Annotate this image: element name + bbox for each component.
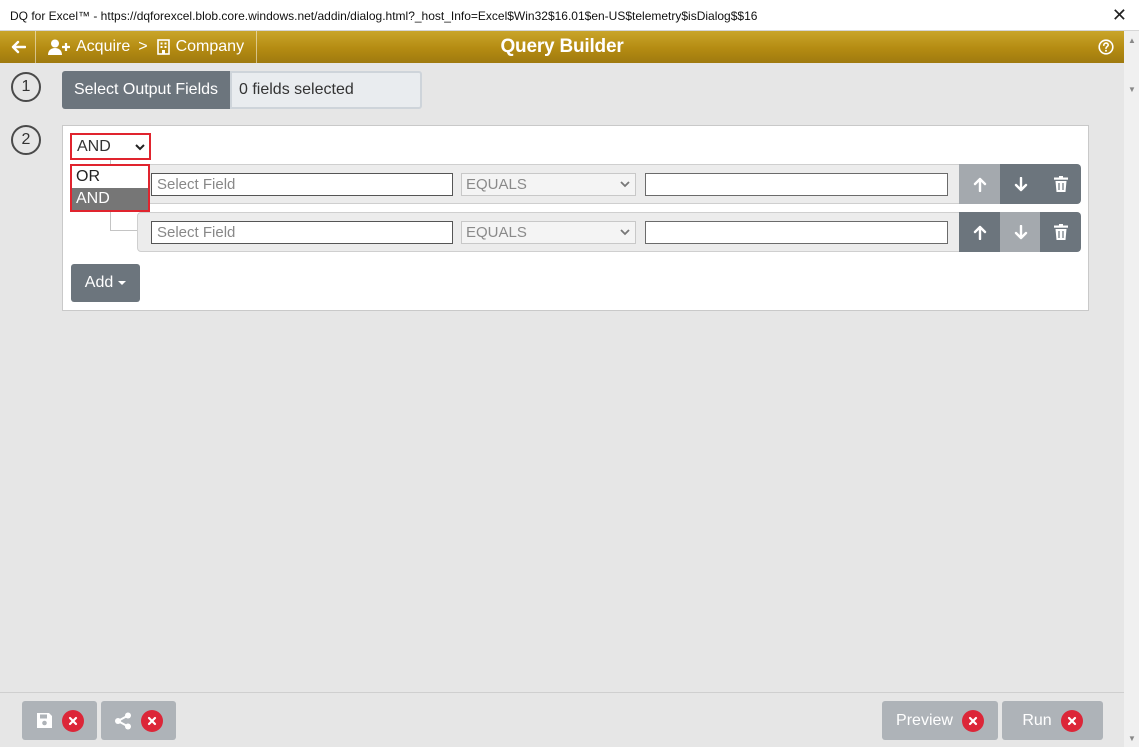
- chevron-down-icon: [620, 181, 630, 188]
- arrow-down-icon: [1014, 176, 1027, 191]
- x-circle-icon: [141, 709, 163, 732]
- add-button-label: Add: [84, 274, 114, 291]
- arrow-down-icon: [1014, 224, 1027, 239]
- value-input[interactable]: [645, 173, 948, 196]
- chevron-down-icon: [135, 144, 145, 151]
- share-icon: [115, 712, 131, 729]
- operator-select[interactable]: EQUALS: [461, 173, 636, 196]
- combinator-select[interactable]: AND: [70, 133, 151, 160]
- operator-value: EQUALS: [466, 176, 527, 193]
- option-or[interactable]: OR: [72, 166, 148, 188]
- save-button[interactable]: [22, 701, 97, 740]
- window-close-button[interactable]: ✕: [1112, 5, 1127, 25]
- delete-rule-button[interactable]: [1040, 212, 1081, 252]
- window-title-bar: DQ for Excel™ - https://dqforexcel.blob.…: [0, 0, 1139, 31]
- step-2-badge: 2: [11, 125, 41, 155]
- save-icon: [36, 713, 52, 728]
- select-output-fields-button[interactable]: Select Output Fields: [62, 71, 230, 109]
- run-label: Run: [1022, 711, 1052, 729]
- arrow-up-icon: [973, 225, 986, 240]
- arrow-up-icon: [973, 177, 986, 192]
- select-field-input[interactable]: Select Field: [151, 221, 453, 244]
- tree-connector-horizontal: [110, 230, 138, 231]
- chevron-down-icon: [620, 229, 630, 236]
- move-down-button[interactable]: [1000, 164, 1041, 204]
- trash-icon: [1053, 224, 1068, 240]
- x-circle-icon: [1060, 709, 1083, 732]
- scroll-bottom-icon[interactable]: ▼: [1128, 734, 1136, 743]
- move-up-button[interactable]: [959, 164, 1000, 204]
- app-header: Acquire > Company Query Builder: [0, 31, 1124, 63]
- select-field-input[interactable]: Select Field: [151, 173, 453, 196]
- scroll-down-icon[interactable]: ▼: [1128, 85, 1136, 94]
- page-title: Query Builder: [500, 36, 624, 57]
- operator-value: EQUALS: [466, 224, 527, 241]
- rule-row: Select Field EQUALS: [137, 164, 1081, 204]
- delete-rule-button[interactable]: [1040, 164, 1081, 204]
- operator-select[interactable]: EQUALS: [461, 221, 636, 244]
- x-circle-icon: [961, 709, 984, 732]
- vertical-scrollbar[interactable]: ▲ ▼ ▼: [1124, 31, 1139, 747]
- caret-down-icon: [118, 281, 127, 285]
- help-icon[interactable]: [1098, 39, 1114, 55]
- x-circle-icon: [61, 709, 84, 732]
- move-down-button[interactable]: [1000, 212, 1041, 252]
- value-input[interactable]: [645, 221, 948, 244]
- add-button[interactable]: Add: [71, 264, 140, 302]
- window-title: DQ for Excel™ - https://dqforexcel.blob.…: [10, 9, 758, 23]
- combinator-value: AND: [77, 138, 111, 155]
- share-button[interactable]: [101, 701, 176, 740]
- preview-button[interactable]: Preview: [882, 701, 998, 740]
- preview-label: Preview: [896, 711, 953, 729]
- move-up-button[interactable]: [959, 212, 1000, 252]
- option-and[interactable]: AND: [72, 188, 148, 210]
- combinator-dropdown: OR AND: [70, 164, 150, 212]
- rule-row: Select Field EQUALS: [137, 212, 1081, 252]
- step-1-badge: 1: [11, 72, 41, 102]
- run-button[interactable]: Run: [1002, 701, 1103, 740]
- trash-icon: [1053, 176, 1068, 192]
- fields-selected-display: 0 fields selected: [230, 71, 422, 109]
- scroll-up-icon[interactable]: ▲: [1128, 36, 1136, 45]
